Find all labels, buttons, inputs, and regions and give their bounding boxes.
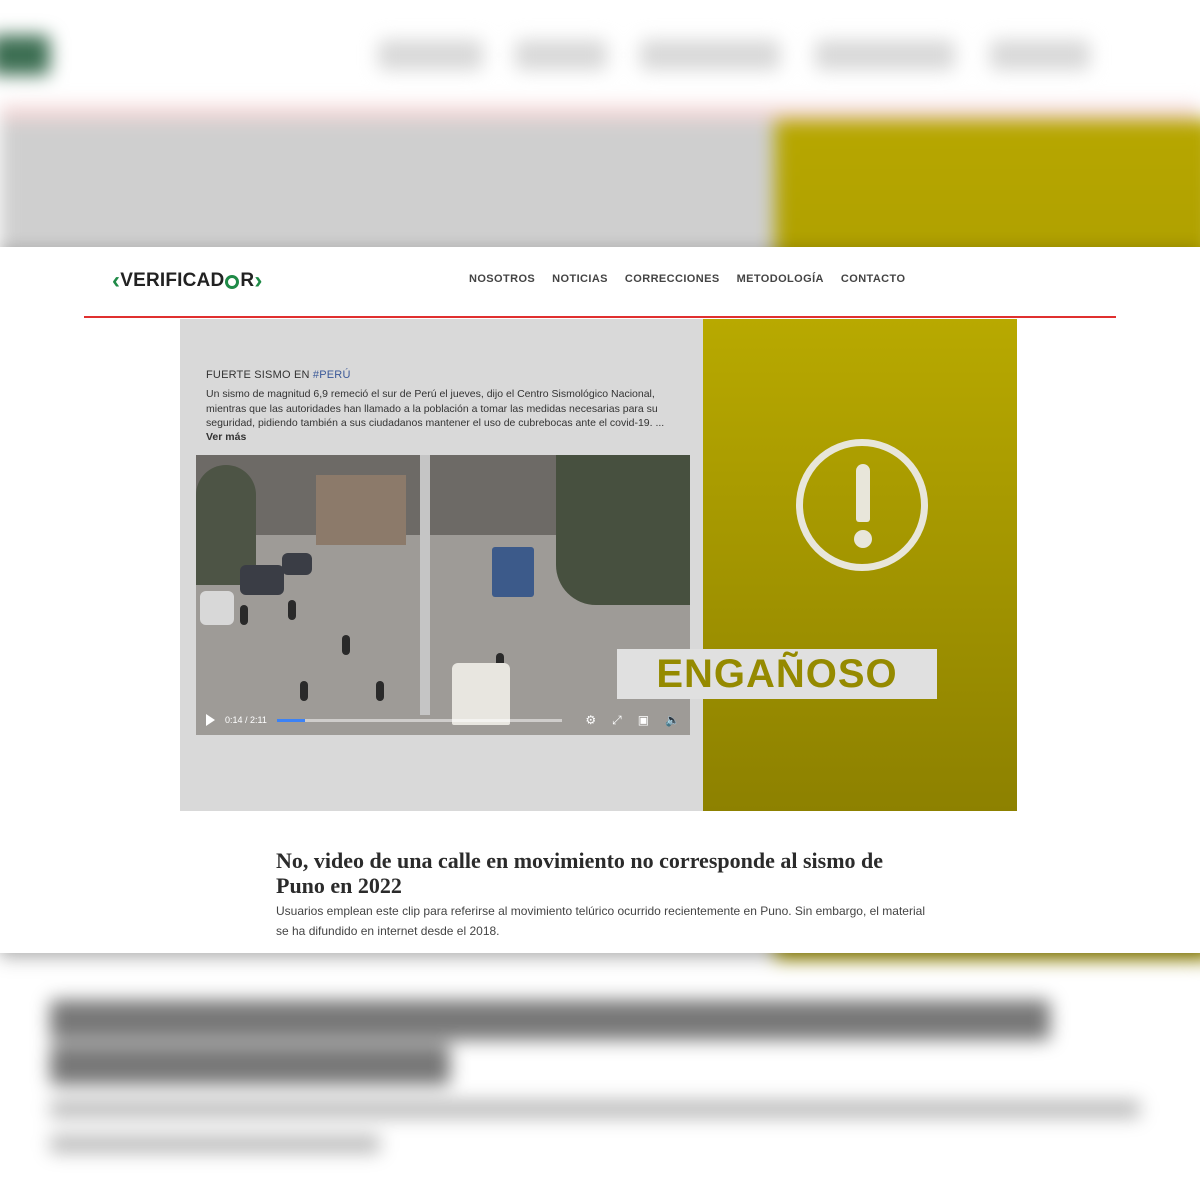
person [288,600,296,620]
article-card: ‹ VERIFICAD R › NOSOTROS NOTICIAS CORRECC… [0,247,1200,953]
person [342,635,350,655]
post-title-prefix: FUERTE SISMO EN [206,369,313,381]
verdict-panel [703,319,1017,811]
volume-icon[interactable]: 🔈 [665,713,680,728]
article-headline[interactable]: No, video de una calle en movimiento no … [276,848,916,898]
car [240,565,284,595]
verdict-badge: ENGAÑOSO [617,649,937,699]
header-divider [84,316,1116,318]
gear-icon[interactable]: ⚙ [585,713,596,728]
site-header: ‹ VERIFICAD R › NOSOTROS NOTICIAS CORRECC… [0,247,1200,315]
expand-icon[interactable]: ⤢ [612,713,622,728]
trees-right [556,455,690,605]
video-progress-fill [276,718,306,722]
post-title: FUERTE SISMO EN #PERÚ [206,369,351,381]
social-post-screenshot: FUERTE SISMO EN #PERÚ Un sismo de magnit… [180,319,703,811]
article-summary: Usuarios emplean este clip para referirs… [276,904,925,938]
bus [492,547,534,597]
video-time: 0:14 / 2:11 [225,715,267,725]
person [300,681,308,701]
logo-text-end: R [240,270,255,291]
video-frame: 0:14 / 2:11 ⚙ ⤢ ▣ 🔈 [196,455,690,735]
logo-bracket-right-icon: › [254,267,263,294]
logo-bracket-left-icon: ‹ [112,267,121,294]
logo-o-icon [225,275,240,289]
pip-icon[interactable]: ▣ [638,713,649,728]
post-see-more: Ver más [206,431,247,443]
site-logo[interactable]: ‹ VERIFICAD R › [112,267,263,295]
video-progress-bar[interactable] [276,718,562,722]
post-hashtag: #PERÚ [312,369,351,381]
car [200,591,234,625]
play-icon[interactable] [206,714,215,726]
nav-item-noticias[interactable]: NOTICIAS [552,273,608,285]
logo-text: VERIFICAD [120,270,225,291]
article-hero-image[interactable]: FUERTE SISMO EN #PERÚ Un sismo de magnit… [180,319,1017,811]
verdict-label: ENGAÑOSO [656,651,898,696]
car [282,553,312,575]
person [240,605,248,625]
main-nav: NOSOTROS NOTICIAS CORRECCIONES METODOLOG… [469,273,905,285]
person [376,681,384,701]
nav-item-metodologia[interactable]: METODOLOGÍA [737,273,824,285]
nav-item-contacto[interactable]: CONTACTO [841,273,906,285]
street-pole [420,455,430,715]
video-controls: 0:14 / 2:11 ⚙ ⤢ ▣ 🔈 [196,705,690,735]
nav-item-correcciones[interactable]: CORRECCIONES [625,273,720,285]
post-body: Un sismo de magnitud 6,9 remeció el sur … [206,388,665,429]
nav-item-nosotros[interactable]: NOSOTROS [469,273,535,285]
building [316,475,406,545]
exclamation-circle-icon [796,439,928,571]
